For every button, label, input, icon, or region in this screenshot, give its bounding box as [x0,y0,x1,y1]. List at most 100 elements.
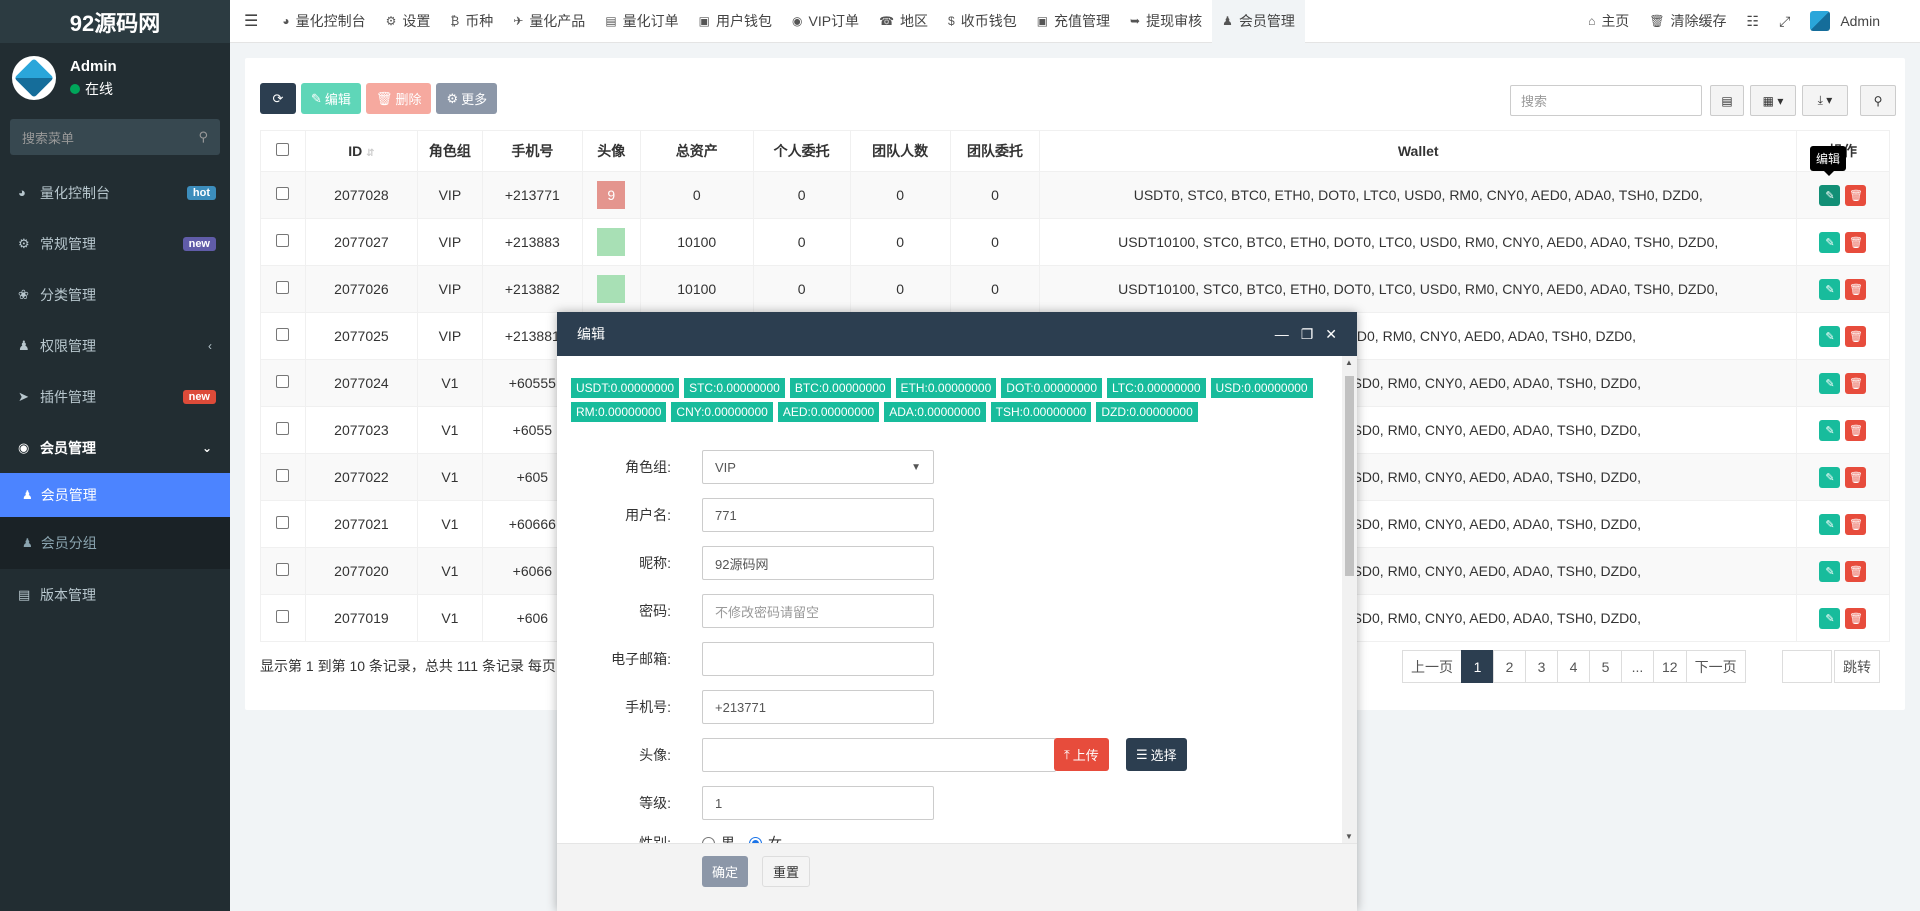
reset-button[interactable]: 重置 [762,856,811,887]
row-checkbox[interactable] [260,547,306,595]
language-icon[interactable]: ☷ [1737,0,1770,43]
scroll-down-icon[interactable]: ▼ [1345,832,1353,841]
row-edit-button[interactable]: ✎ [1819,419,1841,441]
scrollbar-thumb[interactable] [1345,376,1354,576]
page-button[interactable]: 4 [1557,650,1590,683]
tab-vip-orders[interactable]: ◉ VIP订单 [782,0,869,43]
tab-region[interactable]: ☎ 地区 [869,0,938,43]
username-input[interactable]: 771 [702,498,934,532]
row-delete-button[interactable]: 🗑 [1845,184,1867,206]
role-select[interactable]: VIP ▼ [702,450,934,484]
col-id[interactable]: ID ⇵ [304,130,418,172]
row-edit-button[interactable]: ✎ [1819,231,1841,253]
avatar-input[interactable] [702,738,1056,772]
sidebar-item-member[interactable]: ◉ 会员管理 ⌄ [0,422,230,473]
row-delete-button[interactable]: 🗑 [1845,231,1867,253]
row-edit-button[interactable]: ✎ [1819,513,1841,535]
choose-button[interactable]: ☰ 选择 [1126,738,1187,771]
sidebar-item-general[interactable]: ⚙ 常规管理 new [0,218,230,269]
password-input[interactable]: 不修改密码请留空 [702,594,934,628]
columns-icon[interactable]: ▦ ▾ [1750,85,1796,116]
page-button[interactable]: 2 [1493,650,1526,683]
sidebar-item-category[interactable]: ❀ 分类管理 [0,269,230,320]
row-checkbox[interactable] [260,500,306,548]
delete-button[interactable]: 🗑 删除 [365,83,432,114]
row-checkbox[interactable] [260,359,306,407]
sidebar-search-input[interactable]: 搜索菜单 ⚲ [10,119,220,155]
select-all-checkbox[interactable] [260,130,306,172]
row-delete-button[interactable]: 🗑 [1845,466,1867,488]
tab-orders[interactable]: ▤ 量化订单 [595,0,688,43]
confirm-button[interactable]: 确定 [702,856,749,887]
sidebar-subitem-group[interactable]: ♟ 会员分组 [0,517,230,569]
refresh-button[interactable]: ⟳ [260,83,296,114]
modal-scrollbar[interactable]: ▲ ▼ [1342,356,1357,843]
phone-input[interactable]: +213771 [702,690,934,724]
edit-button[interactable]: ✎ 编辑 [301,83,361,114]
row-checkbox[interactable] [260,218,306,266]
next-page-button[interactable]: 下一页 [1685,650,1746,683]
row-checkbox[interactable] [260,406,306,454]
row-delete-button[interactable]: 🗑 [1845,419,1867,441]
sidebar-item-auth[interactable]: ♟ 权限管理 ‹ [0,320,230,371]
tab-member[interactable]: ♟ 会员管理 [1212,0,1305,43]
sidebar-item-addon[interactable]: ➤ 插件管理 new [0,371,230,422]
row-delete-button[interactable]: 🗑 [1845,560,1867,582]
toggle-view-icon[interactable]: ▤ [1710,85,1744,116]
page-button[interactable]: 1 [1461,650,1494,683]
export-icon[interactable]: ⤓ ▾ [1802,85,1848,116]
logo[interactable]: 92源码网 [0,0,230,43]
page-button[interactable]: 3 [1525,650,1558,683]
admin-menu[interactable]: Admin [1800,0,1920,43]
search-input[interactable]: 搜索 [1510,85,1702,116]
sidebar-subitem-member[interactable]: ♟ 会员管理 [0,473,230,517]
page-jump-button[interactable]: 跳转 [1834,650,1880,683]
page-jump-input[interactable] [1782,650,1832,683]
page-button[interactable]: 5 [1589,650,1622,683]
row-delete-button[interactable]: 🗑 [1845,607,1867,629]
tab-coins[interactable]: ₿ 币种 [440,0,503,43]
tab-receive-wallet[interactable]: $ 收币钱包 [938,0,1027,43]
row-delete-button[interactable]: 🗑 [1845,278,1867,300]
row-checkbox[interactable] [260,594,306,642]
nickname-input[interactable]: 92源码网 [702,546,934,580]
home-link[interactable]: ⌂ 主页 [1578,0,1639,43]
row-edit-button[interactable]: ✎ [1819,372,1841,394]
prev-page-button[interactable]: 上一页 [1402,650,1462,683]
row-edit-button[interactable]: ✎ [1819,607,1841,629]
row-delete-button[interactable]: 🗑 [1845,325,1867,347]
tab-products[interactable]: ✈ 量化产品 [503,0,595,43]
email-input[interactable] [702,642,934,676]
row-delete-button[interactable]: 🗑 [1845,513,1867,535]
clear-cache-button[interactable]: 🗑 清除缓存 [1639,0,1736,43]
row-edit-button[interactable]: ✎ [1819,278,1841,300]
row-edit-button[interactable]: ✎ [1819,325,1841,347]
level-input[interactable]: 1 [702,786,934,820]
sidebar-item-dashboard[interactable]: ◕ 量化控制台 hot [0,167,230,218]
row-edit-button[interactable]: ✎ [1819,466,1841,488]
scroll-up-icon[interactable]: ▲ [1345,358,1353,367]
row-checkbox[interactable] [260,312,306,360]
tab-wallets[interactable]: ▣ 用户钱包 [689,0,782,43]
upload-button[interactable]: ⤒ 上传 [1054,738,1109,771]
tab-settings[interactable]: ⚙ 设置 [376,0,441,43]
advanced-search-icon[interactable]: ⚲ [1860,85,1896,116]
page-button[interactable]: 12 [1653,650,1687,683]
menu-toggle-icon[interactable]: ☰ [230,0,272,43]
row-edit-button[interactable]: ✎ [1819,184,1841,206]
tab-recharge[interactable]: ▣ 充值管理 [1027,0,1120,43]
tab-dashboard[interactable]: ◕ 量化控制台 [272,0,375,43]
row-edit-button[interactable]: ✎ [1819,560,1841,582]
fullscreen-icon[interactable]: ⤢ [1769,0,1800,43]
cell-id: 2077028 [304,171,418,219]
more-button[interactable]: ⚙ 更多 [436,83,498,114]
sidebar-item-version[interactable]: ▤ 版本管理 [0,569,230,620]
row-checkbox[interactable] [260,265,306,313]
close-icon[interactable]: ✕ [1325,326,1337,343]
maximize-icon[interactable]: ❐ [1301,326,1314,343]
row-delete-button[interactable]: 🗑 [1845,372,1867,394]
row-checkbox[interactable] [260,171,306,219]
row-checkbox[interactable] [260,453,306,501]
minimize-icon[interactable]: — [1275,326,1289,343]
tab-withdraw[interactable]: ➥ 提现审核 [1120,0,1212,43]
